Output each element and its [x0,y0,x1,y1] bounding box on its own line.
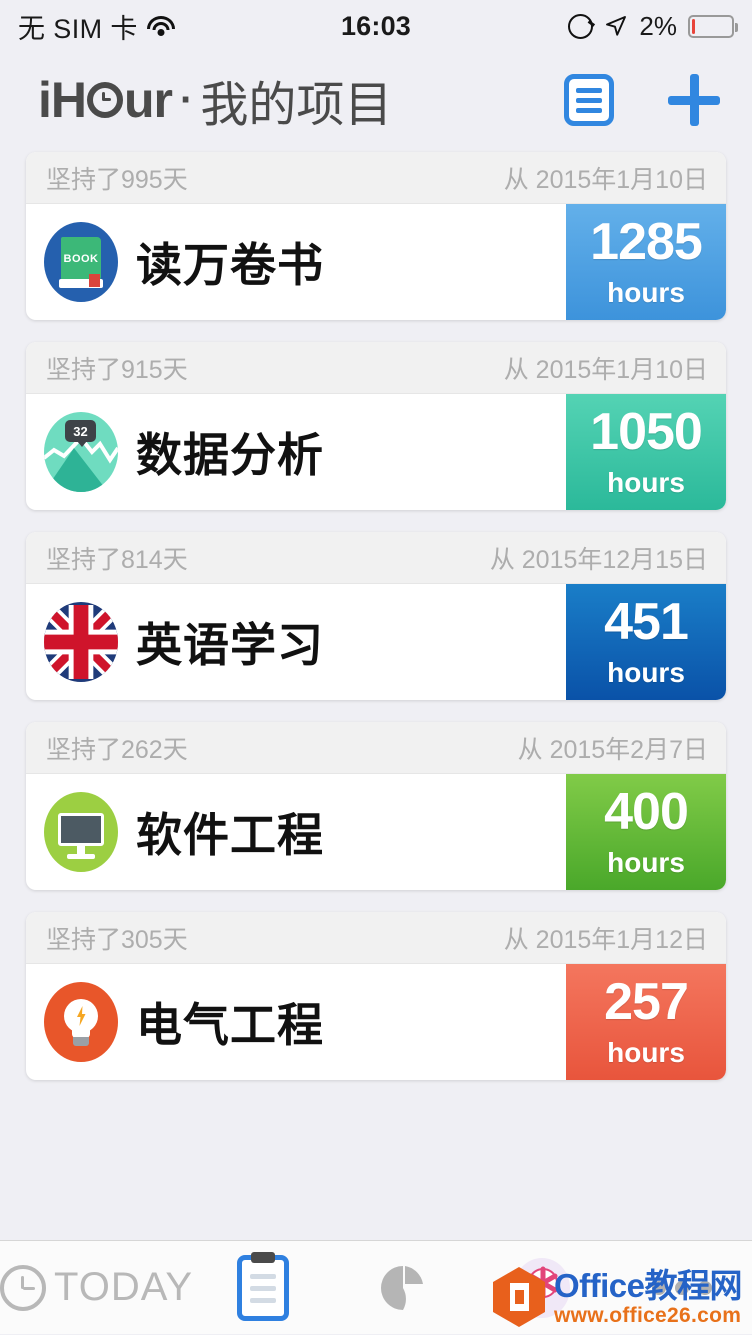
battery-icon [688,14,738,38]
project-card-body: BOOK 读万卷书 1285 hours [26,204,726,320]
project-list: 坚持了995天 从 2015年1月10日 BOOK 读万卷书 1285 hour… [0,148,752,1080]
tab-today-label: TODAY [54,1265,194,1309]
project-hours-unit: hours [607,466,685,498]
book-icon: BOOK [44,222,118,302]
project-card-header: 坚持了305天 从 2015年1月12日 [26,912,726,964]
project-icon-wrap: BOOK [26,204,136,320]
title-separator: · [180,77,193,122]
page-title: i Hur · 我的项目 [38,65,392,135]
project-card-header: 坚持了995天 从 2015年1月10日 [26,152,726,204]
project-name: 电气工程 [136,999,324,1051]
project-since: 从 2015年12月15日 [489,545,708,574]
project-since: 从 2015年1月10日 [503,355,708,384]
project-hours-value: 257 [604,972,689,1031]
watermark-site-url: www.office26.com [553,1303,742,1327]
project-name: 读万卷书 [136,239,324,291]
project-icon-wrap: 32 [26,394,136,510]
monitor-icon [44,792,118,872]
book-icon-label: BOOK [63,253,99,265]
project-card-header: 坚持了262天 从 2015年2月7日 [26,722,726,774]
watermark-site-name: Office教程网 [553,1266,743,1304]
project-icon-wrap [26,774,136,890]
project-hours-badge: 1285 hours [566,204,726,320]
project-hours-value: 451 [604,592,689,651]
project-streak: 坚持了915天 [46,355,188,384]
watermark-text: Office教程网 www.office26.com [553,1266,743,1327]
clipboard-icon [236,1251,289,1321]
chart-icon-badge: 32 [65,420,96,447]
pie-chart-icon [379,1264,427,1312]
rotation-lock-icon [568,13,594,39]
tab-today[interactable]: TODAY [0,1241,193,1335]
project-streak: 坚持了995天 [46,165,188,194]
project-hours-badge: 257 hours [566,964,726,1080]
project-hours-badge: 451 hours [566,584,726,700]
project-since: 从 2015年1月12日 [503,925,708,954]
plus-icon[interactable] [666,72,722,128]
tab-stats[interactable] [333,1241,473,1335]
project-hours-value: 1050 [590,402,703,461]
project-card-body: 软件工程 400 hours [26,774,726,890]
project-hours-badge: 400 hours [566,774,726,890]
project-card-header: 坚持了915天 从 2015年1月10日 [26,342,726,394]
clock-o-icon [87,82,124,118]
project-card[interactable]: 坚持了814天 从 2015年12月15日 英语学习 451 hours [26,532,726,700]
chart-mountain-icon: 32 [44,412,118,492]
project-streak: 坚持了305天 [46,925,188,954]
project-since: 从 2015年2月7日 [517,735,708,764]
project-name: 数据分析 [136,429,324,481]
project-card-header: 坚持了814天 从 2015年12月15日 [26,532,726,584]
project-card[interactable]: 坚持了262天 从 2015年2月7日 软件工程 400 hours [26,722,726,890]
project-hours-unit: hours [607,846,685,878]
project-icon-wrap [26,584,136,700]
app-header: i Hur · 我的项目 [0,52,752,148]
project-hours-unit: hours [607,1036,685,1068]
list-icon[interactable] [564,74,614,126]
project-hours-unit: hours [607,276,685,308]
page-title-text: 我的项目 [200,79,393,132]
project-icon-wrap [26,964,136,1080]
office-hexagon-icon [491,1266,547,1328]
project-streak: 坚持了814天 [46,545,188,574]
project-name: 软件工程 [136,809,324,861]
project-card[interactable]: 坚持了915天 从 2015年1月10日 32 数据分析 1050 hours [26,342,726,510]
project-name: 英语学习 [136,619,324,671]
project-hours-badge: 1050 hours [566,394,726,510]
project-since: 从 2015年1月10日 [503,165,708,194]
project-card-body: 电气工程 257 hours [26,964,726,1080]
battery-percent-label: 2% [639,10,677,41]
project-hours-unit: hours [607,656,685,688]
project-card[interactable]: 坚持了305天 从 2015年1月12日 电气工程 257 hours [26,912,726,1080]
status-bar: 无 SIM 卡 16:03 2% [0,0,752,52]
project-card[interactable]: 坚持了995天 从 2015年1月10日 BOOK 读万卷书 1285 hour… [26,152,726,320]
project-hours-value: 1285 [590,212,703,271]
project-streak: 坚持了262天 [46,735,188,764]
status-bar-right: 2% [568,10,738,42]
watermark: Office教程网 www.office26.com [491,1266,743,1328]
location-arrow-icon [604,14,628,38]
project-card-body: 英语学习 451 hours [26,584,726,700]
clock-icon [0,1264,46,1311]
uk-flag-icon [44,602,118,682]
lightbulb-icon [44,982,118,1062]
project-card-body: 32 数据分析 1050 hours [26,394,726,510]
project-hours-value: 400 [604,782,689,841]
tab-projects[interactable] [193,1241,333,1335]
header-actions [564,72,722,128]
